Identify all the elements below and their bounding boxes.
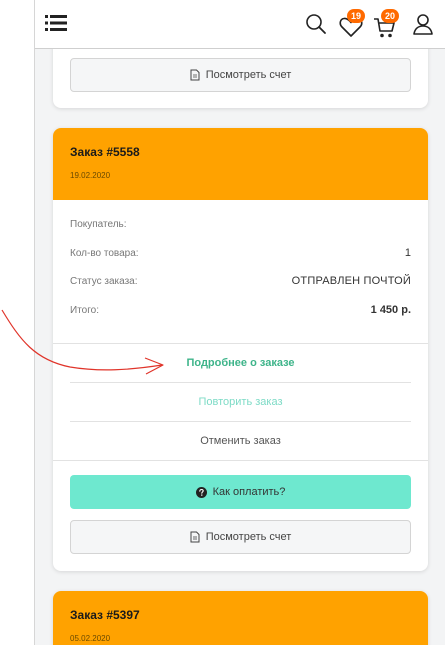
- total-label: Итого:: [70, 305, 99, 316]
- order-header: Заказ #5397 05.02.2020: [53, 591, 428, 645]
- hamburger-menu-icon[interactable]: [45, 13, 67, 33]
- total-value: 1 450 р.: [370, 304, 411, 316]
- how-to-pay-label: Как оплатить?: [212, 486, 286, 498]
- order-date: 19.02.2020: [70, 171, 111, 180]
- view-invoice-button[interactable]: Посмотреть счет: [70, 58, 411, 92]
- top-navigation-bar: 19 20: [35, 0, 445, 49]
- order-status-label: Статус заказа:: [70, 276, 138, 287]
- how-to-pay-button[interactable]: Как оплатить?: [70, 475, 411, 509]
- view-invoice-label: Посмотреть счет: [205, 69, 292, 81]
- favorites-button[interactable]: 19: [335, 9, 365, 40]
- cart-button[interactable]: 20: [371, 9, 401, 40]
- mobile-screen: 19 20 Посмотреть счет Заказ #5558 19.02.…: [34, 0, 445, 645]
- user-icon[interactable]: [412, 13, 434, 35]
- order-number: Заказ #5558: [70, 145, 140, 159]
- question-circle-icon: [195, 486, 207, 498]
- item-count-value: 1: [404, 247, 411, 259]
- favorites-count-badge: 19: [347, 9, 365, 23]
- order-card: Заказ #5558 19.02.2020 Покупатель: Кол-в…: [53, 128, 428, 571]
- document-icon: [190, 69, 200, 81]
- view-invoice-button[interactable]: Посмотреть счет: [70, 520, 411, 554]
- cancel-order-link[interactable]: Отменить заказ: [70, 422, 411, 460]
- section-divider: [53, 460, 428, 461]
- order-header: Заказ #5558 19.02.2020: [53, 128, 428, 200]
- order-number: Заказ #5397: [70, 608, 140, 622]
- buyer-label: Покупатель:: [70, 219, 127, 230]
- item-count-label: Кол-во товара:: [70, 248, 139, 259]
- cart-count-badge: 20: [381, 9, 399, 23]
- search-icon[interactable]: [305, 13, 327, 35]
- view-invoice-label: Посмотреть счет: [205, 531, 292, 543]
- order-card: Заказ #5397 05.02.2020: [53, 591, 428, 645]
- order-status-value: ОТПРАВЛЕН ПОЧТОЙ: [291, 275, 411, 287]
- order-date: 05.02.2020: [70, 634, 111, 643]
- order-details-link[interactable]: Подробнее о заказе: [70, 344, 411, 382]
- repeat-order-link[interactable]: Повторить заказ: [70, 383, 411, 421]
- document-icon: [190, 531, 200, 543]
